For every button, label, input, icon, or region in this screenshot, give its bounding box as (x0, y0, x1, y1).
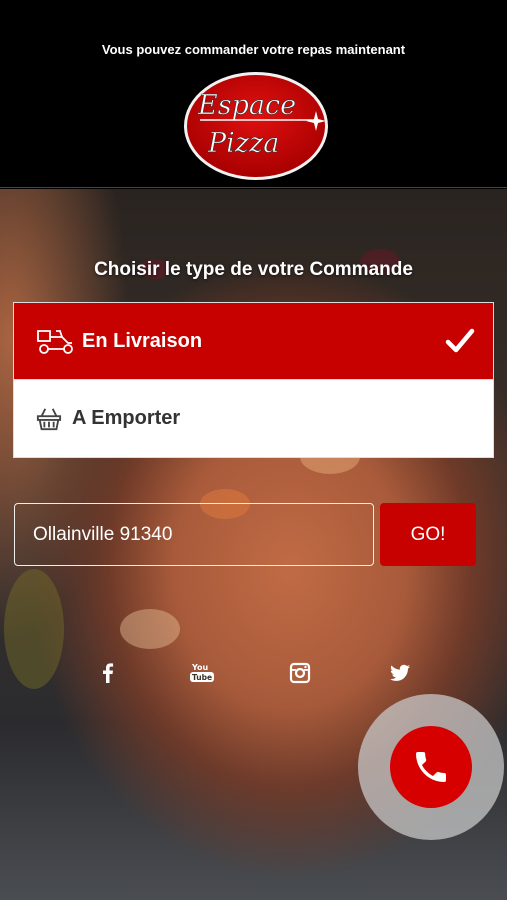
svg-text:Tube: Tube (192, 673, 212, 682)
twitter-icon[interactable] (388, 661, 412, 685)
facebook-icon[interactable] (96, 661, 120, 685)
svg-text:Pizza: Pizza (207, 128, 279, 159)
app-header: Vous pouvez commander votre repas mainte… (0, 0, 507, 188)
svg-text:Espace: Espace (197, 90, 296, 121)
youtube-icon[interactable]: You Tube (189, 661, 215, 685)
instagram-icon[interactable] (288, 661, 312, 685)
svg-text:You: You (191, 663, 209, 672)
go-button[interactable]: GO! (380, 503, 476, 566)
option-takeaway-label: A Emporter (72, 407, 181, 429)
order-type-title: Choisir le type de votre Commande (94, 259, 413, 280)
pizza-background: Choisir le type de votre Commande En Liv… (0, 189, 507, 900)
order-type-options: En Livraison A Emporter (13, 302, 494, 458)
scooter-icon (36, 327, 76, 355)
option-delivery[interactable]: En Livraison (14, 303, 493, 380)
address-input[interactable] (14, 503, 374, 566)
option-delivery-label: En Livraison (82, 329, 203, 352)
address-row: GO! (14, 503, 476, 566)
social-links: You Tube (0, 661, 507, 691)
header-tagline: Vous pouvez commander votre repas mainte… (101, 42, 406, 57)
option-takeaway[interactable]: A Emporter (14, 380, 493, 457)
call-button[interactable] (390, 726, 472, 808)
phone-icon (416, 752, 446, 782)
basket-icon (36, 405, 66, 433)
espace-pizza-logo: Espace Pizza (180, 66, 332, 184)
checkmark-icon (445, 328, 475, 353)
